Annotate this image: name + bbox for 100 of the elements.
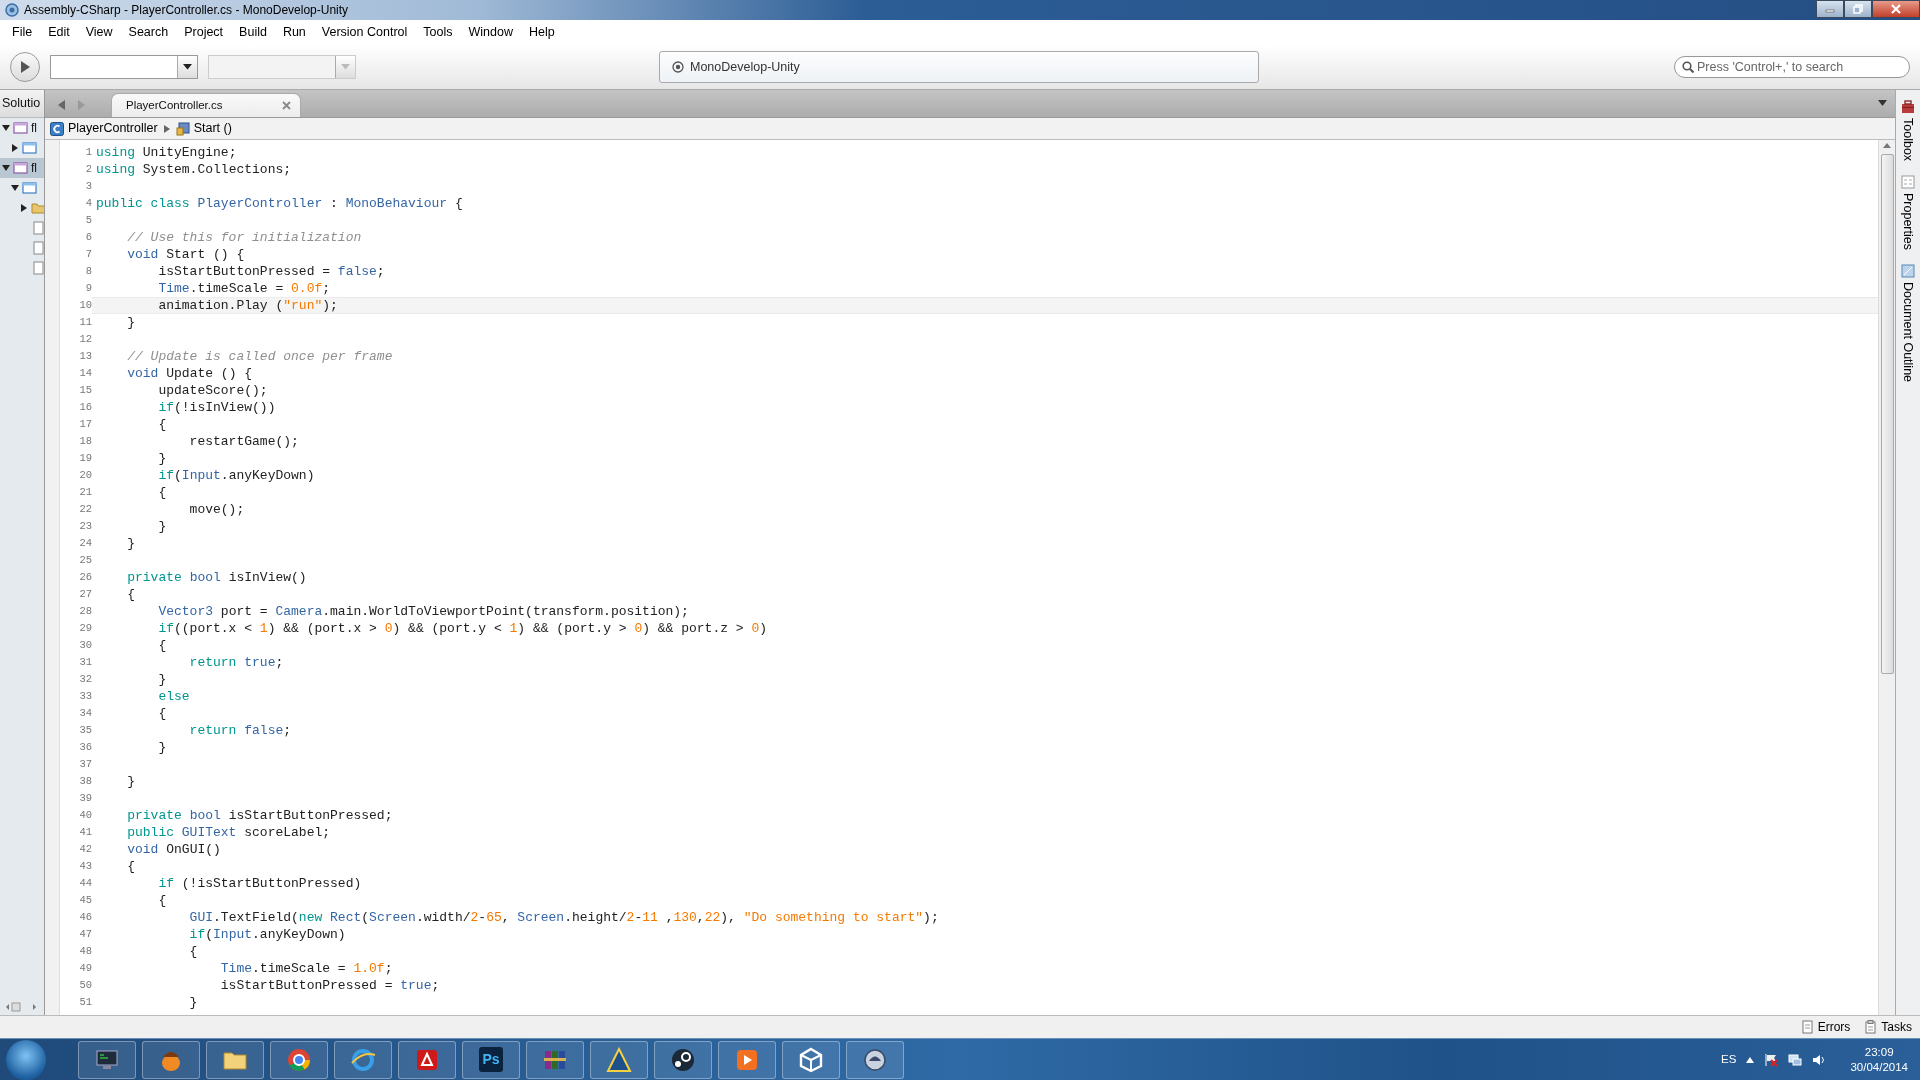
tab-label: PlayerController.cs bbox=[126, 97, 223, 113]
line-number: 18 bbox=[78, 433, 92, 449]
status-pad-button[interactable]: Tasks bbox=[1864, 1018, 1912, 1036]
tree-item[interactable]: fl bbox=[0, 158, 44, 178]
side-pad-tab[interactable]: Properties bbox=[1898, 175, 1918, 251]
editor-tab[interactable]: PlayerController.cs bbox=[111, 93, 301, 117]
menu-item[interactable]: Edit bbox=[40, 23, 78, 42]
status-text: MonoDevelop-Unity bbox=[690, 58, 800, 76]
code-line: void Start () { bbox=[126, 247, 245, 262]
line-number: 36 bbox=[78, 739, 92, 755]
globe-icon bbox=[350, 1046, 376, 1073]
code-line: // Update is called once per frame bbox=[126, 349, 393, 364]
close-icon bbox=[1890, 4, 1902, 14]
breadcrumb-item[interactable]: Start () bbox=[175, 119, 232, 138]
code-line: } bbox=[126, 315, 135, 330]
line-number: 6 bbox=[84, 229, 92, 245]
taskbar-button[interactable] bbox=[398, 1040, 456, 1079]
code-line: return true; bbox=[188, 655, 284, 670]
caret-icon bbox=[183, 64, 192, 70]
close-tab-button[interactable] bbox=[282, 100, 292, 111]
expanded-arrow-icon[interactable] bbox=[2, 124, 10, 132]
menu-item[interactable]: File bbox=[4, 23, 41, 42]
tree-item[interactable]: fl bbox=[0, 118, 44, 138]
code-line: } bbox=[126, 774, 135, 789]
taskbar-button[interactable] bbox=[782, 1040, 840, 1079]
menu-item[interactable]: Search bbox=[120, 23, 177, 42]
cube-icon bbox=[798, 1046, 824, 1073]
line-number: 10 bbox=[78, 297, 92, 313]
tree-label: fl bbox=[31, 160, 37, 177]
project-icon bbox=[22, 181, 37, 195]
right-arrow-icon bbox=[77, 100, 85, 110]
line-number: 43 bbox=[78, 858, 92, 874]
properties-icon bbox=[1901, 175, 1915, 190]
line-number: 48 bbox=[78, 943, 92, 959]
code-line: { bbox=[126, 587, 135, 602]
target-icon bbox=[672, 61, 684, 73]
line-number: 45 bbox=[78, 892, 92, 908]
line-number: 17 bbox=[78, 416, 92, 432]
file-icon bbox=[31, 221, 44, 235]
line-number: 51 bbox=[78, 994, 92, 1010]
chevron-icon[interactable] bbox=[1746, 1056, 1755, 1063]
line-number: 40 bbox=[78, 807, 92, 823]
app-icon bbox=[4, 2, 20, 18]
menu-item[interactable]: Build bbox=[231, 23, 275, 42]
code-line: { bbox=[157, 638, 167, 653]
pad-title[interactable]: Solutio bbox=[0, 90, 44, 118]
breadcrumb-item[interactable]: PlayerController bbox=[50, 119, 158, 138]
menu-item[interactable]: Version Control bbox=[313, 23, 416, 42]
search-icon bbox=[1682, 61, 1694, 73]
restore-button[interactable] bbox=[1844, 0, 1872, 18]
taskbar-button[interactable] bbox=[846, 1040, 904, 1079]
line-number: 5 bbox=[84, 212, 92, 228]
side-pad-tab[interactable]: Toolbox bbox=[1898, 100, 1918, 162]
code-line: updateScore(); bbox=[157, 383, 268, 398]
menu-item[interactable]: Project bbox=[176, 23, 232, 42]
taskbar-button[interactable] bbox=[654, 1040, 712, 1079]
solution-icon bbox=[13, 121, 28, 135]
search-field[interactable]: Press 'Control+,' to search bbox=[1674, 56, 1910, 78]
speaker-icon[interactable] bbox=[1812, 1052, 1827, 1067]
flag-icon[interactable] bbox=[1764, 1052, 1779, 1067]
file-icon bbox=[31, 261, 44, 275]
code-line: Vector3 port = Camera.main.WorldToViewportPoint(transform.position); bbox=[157, 604, 689, 619]
outline-icon bbox=[1901, 264, 1915, 279]
code-line: public GUIText scoreLabel; bbox=[126, 825, 331, 840]
code-line: restartGame(); bbox=[188, 434, 299, 449]
menu-item[interactable]: Tools bbox=[415, 23, 461, 42]
network-icon[interactable] bbox=[1788, 1052, 1803, 1067]
document-icon bbox=[1800, 1020, 1814, 1034]
vertical-scrollbar[interactable] bbox=[1878, 140, 1895, 1015]
code-line: GUI.TextField(new Rect(Screen.width/2-65, Screen.height/2-11 ,130,22), "Do something to start"); bbox=[188, 910, 939, 925]
side-pad-tab[interactable]: Document Outline bbox=[1898, 264, 1918, 383]
line-number: 22 bbox=[78, 501, 92, 517]
menu-item[interactable]: Help bbox=[520, 23, 563, 42]
language-indicator[interactable]: ES bbox=[1721, 1050, 1737, 1069]
menu-item[interactable]: Run bbox=[274, 23, 314, 42]
taskbar-button[interactable]: Ps bbox=[462, 1040, 520, 1079]
collapsed-arrow-icon[interactable] bbox=[11, 144, 19, 152]
line-number: 21 bbox=[78, 484, 92, 500]
expanded-arrow-icon[interactable] bbox=[2, 164, 10, 172]
collapsed-arrow-icon[interactable] bbox=[20, 204, 28, 212]
minimize-button[interactable] bbox=[1816, 0, 1844, 18]
run-button[interactable] bbox=[10, 52, 40, 82]
dropdown-icon[interactable] bbox=[1878, 100, 1887, 107]
expanded-arrow-icon[interactable] bbox=[11, 184, 19, 192]
menu-item[interactable]: Window bbox=[460, 23, 521, 42]
line-number: 41 bbox=[78, 824, 92, 840]
status-pad-button[interactable]: Errors bbox=[1800, 1018, 1851, 1036]
close-button[interactable] bbox=[1872, 0, 1920, 18]
clock[interactable]: 23:09 30/04/2014 bbox=[1850, 1044, 1908, 1075]
caret-icon bbox=[341, 64, 350, 70]
line-number: 12 bbox=[78, 331, 92, 347]
line-number: 26 bbox=[78, 569, 92, 585]
code-line: else bbox=[157, 689, 190, 704]
browser-icon bbox=[286, 1046, 312, 1073]
start-button[interactable] bbox=[6, 1039, 46, 1080]
dropdown[interactable] bbox=[50, 55, 198, 79]
solution-icon bbox=[13, 161, 28, 175]
method-icon bbox=[175, 121, 190, 136]
menu-item[interactable]: View bbox=[77, 23, 121, 42]
taskbar-button[interactable] bbox=[590, 1040, 648, 1079]
